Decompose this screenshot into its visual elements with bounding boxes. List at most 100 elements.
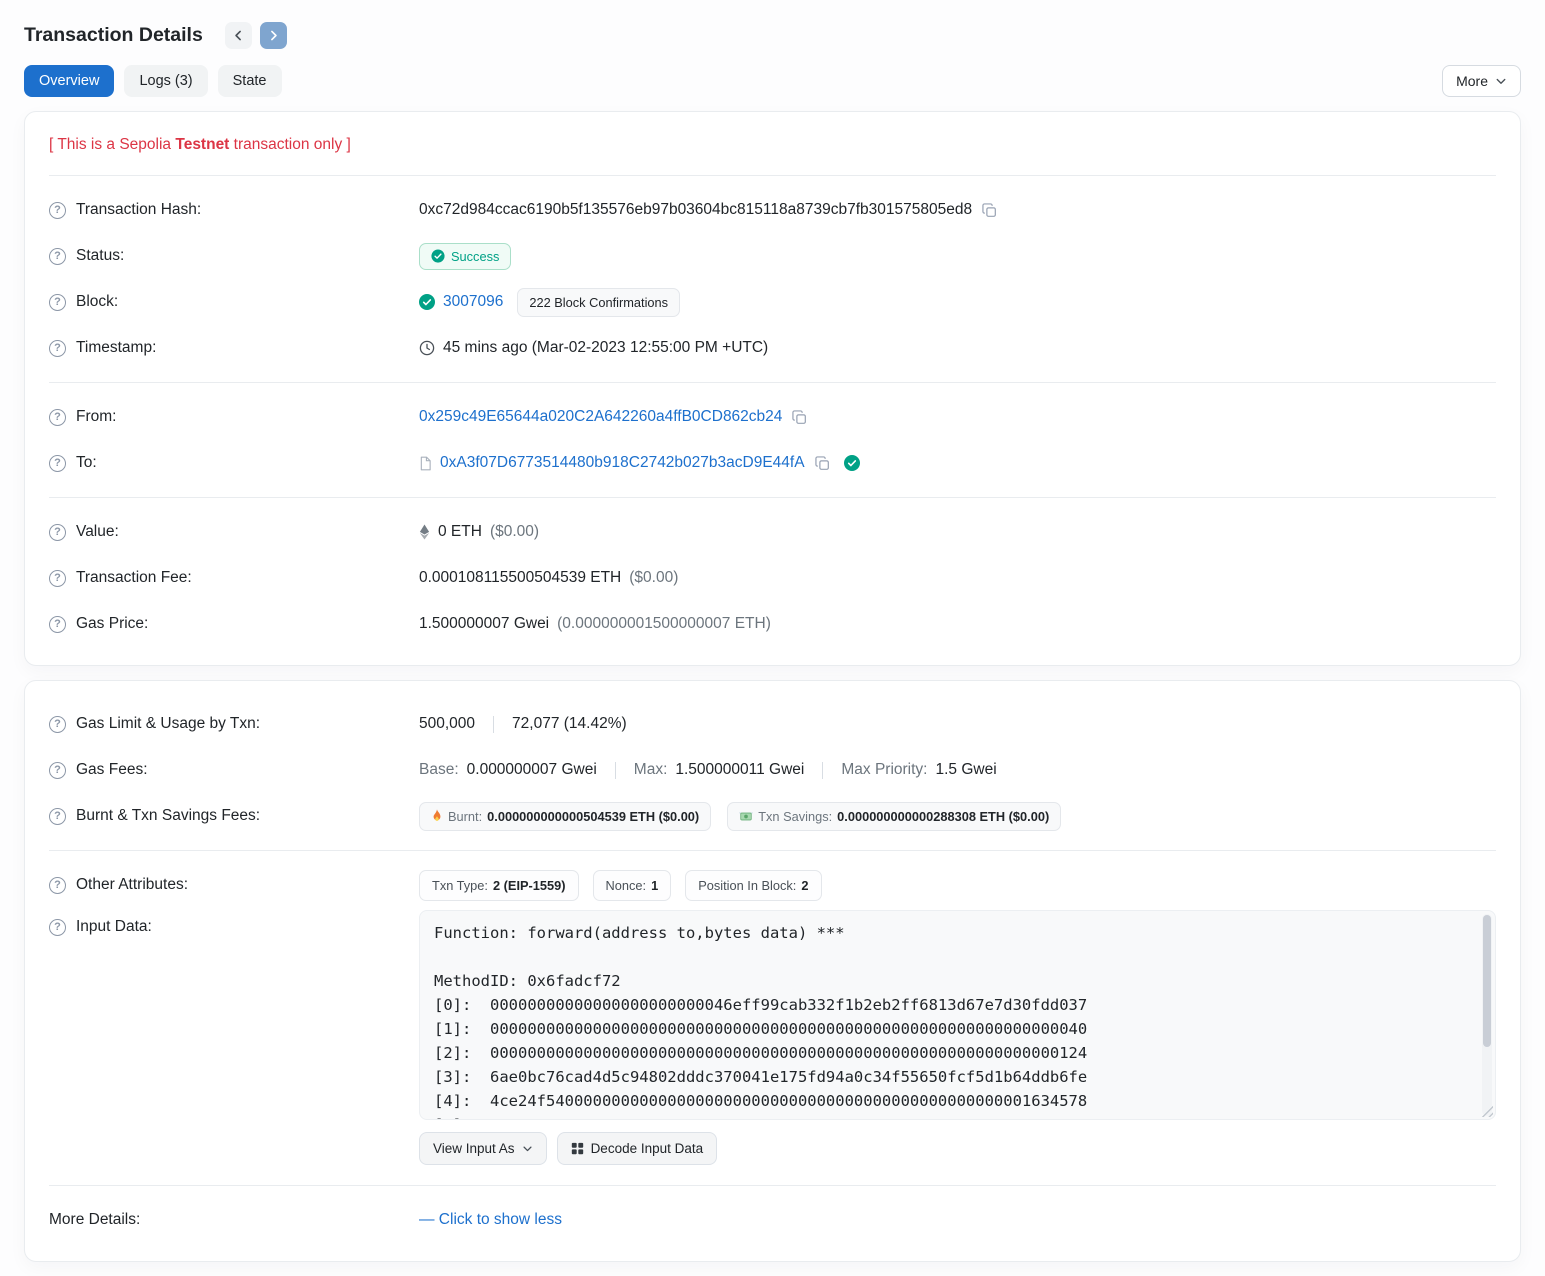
divider bbox=[49, 497, 1496, 498]
base-fee-value: 0.000000007 Gwei bbox=[467, 761, 597, 779]
gas-limit-value: 500,000 bbox=[419, 715, 475, 733]
copy-icon bbox=[792, 410, 807, 425]
gas-price-amount: 1.500000007 Gwei bbox=[419, 615, 549, 633]
transaction-fee-usd: ($0.00) bbox=[629, 569, 678, 587]
help-icon[interactable]: ? bbox=[49, 202, 66, 219]
gas-price-label: Gas Price: bbox=[76, 615, 148, 633]
tab-logs[interactable]: Logs (3) bbox=[124, 65, 207, 97]
input-data-scrollbar[interactable] bbox=[1482, 914, 1492, 1116]
txn-type-value: 2 (EIP-1559) bbox=[493, 878, 566, 893]
row-block: ? Block: 3007096 222 Block Confirmations bbox=[49, 279, 1496, 325]
help-icon[interactable]: ? bbox=[49, 524, 66, 541]
view-input-as-label: View Input As bbox=[433, 1141, 515, 1156]
decode-input-data-button[interactable]: Decode Input Data bbox=[557, 1132, 718, 1165]
divider bbox=[49, 175, 1496, 176]
notice-suffix: transaction only ] bbox=[229, 136, 350, 153]
row-gas-limit-usage: ? Gas Limit & Usage by Txn: 500,000 72,0… bbox=[49, 701, 1496, 747]
transaction-details-page: Transaction Details Overview Logs (3) St… bbox=[24, 0, 1521, 1262]
to-address-link[interactable]: 0xA3f07D6773514480b918C2742b027b3acD9E44… bbox=[440, 454, 805, 472]
copy-transaction-hash-button[interactable] bbox=[980, 203, 999, 218]
help-icon[interactable]: ? bbox=[49, 616, 66, 633]
nonce-badge: Nonce: 1 bbox=[593, 870, 672, 901]
help-icon[interactable]: ? bbox=[49, 808, 66, 825]
block-confirmations-badge: 222 Block Confirmations bbox=[517, 288, 680, 317]
to-label: To: bbox=[76, 454, 97, 472]
txn-savings-badge: Txn Savings: 0.000000000000288308 ETH ($… bbox=[727, 802, 1061, 831]
help-icon[interactable]: ? bbox=[49, 877, 66, 894]
row-more-details: More Details: — Click to show less bbox=[49, 1197, 1496, 1243]
value-label: Value: bbox=[76, 523, 119, 541]
transaction-fee-amount: 0.000108115500504539 ETH bbox=[419, 569, 621, 587]
txn-type-label: Txn Type: bbox=[432, 878, 488, 893]
row-gas-fees: ? Gas Fees: Base: 0.000000007 Gwei Max: … bbox=[49, 747, 1496, 793]
block-confirmations-text: 222 Block Confirmations bbox=[529, 295, 668, 310]
notice-bold: Testnet bbox=[175, 136, 229, 153]
separator bbox=[493, 716, 494, 733]
eth-diamond-icon bbox=[419, 524, 430, 540]
row-timestamp: ? Timestamp: 45 mins ago (Mar-02-2023 12… bbox=[49, 325, 1496, 371]
max-fee-value: 1.500000011 Gwei bbox=[675, 761, 804, 779]
status-badge: Success bbox=[419, 243, 511, 270]
chevron-right-icon bbox=[267, 29, 280, 42]
copy-icon bbox=[815, 456, 830, 471]
copy-from-address-button[interactable] bbox=[790, 410, 809, 425]
flame-icon bbox=[431, 809, 443, 823]
help-icon[interactable]: ? bbox=[49, 716, 66, 733]
gas-fees-label: Gas Fees: bbox=[76, 761, 148, 779]
help-icon[interactable]: ? bbox=[49, 294, 66, 311]
help-icon[interactable]: ? bbox=[49, 340, 66, 357]
help-icon[interactable]: ? bbox=[49, 570, 66, 587]
burnt-fee-label: Burnt: bbox=[448, 809, 482, 824]
next-transaction-button[interactable] bbox=[260, 22, 287, 49]
from-label: From: bbox=[76, 408, 116, 426]
value-usd: ($0.00) bbox=[490, 523, 539, 541]
tab-overview[interactable]: Overview bbox=[24, 65, 114, 97]
overview-card: [ This is a Sepolia Testnet transaction … bbox=[24, 111, 1521, 666]
status-label: Status: bbox=[76, 247, 124, 265]
tabs-row: Overview Logs (3) State More bbox=[24, 65, 1521, 97]
position-in-block-badge: Position In Block: 2 bbox=[685, 870, 821, 901]
block-number-link[interactable]: 3007096 bbox=[443, 293, 503, 311]
separator bbox=[822, 762, 823, 779]
page-header: Transaction Details bbox=[24, 14, 1521, 65]
chevron-left-icon bbox=[232, 29, 245, 42]
contract-file-icon bbox=[419, 456, 432, 471]
max-priority-fee-value: 1.5 Gwei bbox=[935, 761, 996, 779]
divider bbox=[49, 850, 1496, 851]
help-icon[interactable]: ? bbox=[49, 455, 66, 472]
base-fee-label: Base: bbox=[419, 761, 459, 779]
transaction-hash-value: 0xc72d984ccac6190b5f135576eb97b03604bc81… bbox=[419, 201, 972, 219]
max-priority-fee-label: Max Priority: bbox=[841, 761, 927, 779]
page-title: Transaction Details bbox=[24, 24, 203, 47]
check-circle-icon bbox=[431, 249, 445, 263]
copy-to-address-button[interactable] bbox=[813, 456, 832, 471]
previous-transaction-button[interactable] bbox=[225, 22, 252, 49]
timestamp-label: Timestamp: bbox=[76, 339, 156, 357]
help-icon[interactable]: ? bbox=[49, 409, 66, 426]
decode-input-data-label: Decode Input Data bbox=[591, 1141, 704, 1156]
more-dropdown-button[interactable]: More bbox=[1442, 65, 1521, 97]
more-label: More bbox=[1456, 73, 1488, 89]
show-less-link[interactable]: — Click to show less bbox=[419, 1211, 562, 1229]
max-fee-label: Max: bbox=[634, 761, 668, 779]
txn-type-badge: Txn Type: 2 (EIP-1559) bbox=[419, 870, 579, 901]
input-data-box[interactable]: Function: forward(address to,bytes data)… bbox=[419, 910, 1496, 1120]
from-address-link[interactable]: 0x259c49E65644a020C2A642260a4ffB0CD862cb… bbox=[419, 408, 782, 426]
row-gas-price: ? Gas Price: 1.500000007 Gwei (0.0000000… bbox=[49, 601, 1496, 647]
help-icon[interactable]: ? bbox=[49, 762, 66, 779]
copy-icon bbox=[982, 203, 997, 218]
timestamp-value: 45 mins ago (Mar-02-2023 12:55:00 PM +UT… bbox=[443, 339, 768, 357]
input-data-content: Function: forward(address to,bytes data)… bbox=[420, 911, 1495, 1120]
chevron-down-icon bbox=[522, 1143, 533, 1154]
help-icon[interactable]: ? bbox=[49, 919, 66, 936]
chevron-down-icon bbox=[1495, 75, 1507, 87]
divider bbox=[49, 1185, 1496, 1186]
scrollbar-thumb[interactable] bbox=[1483, 915, 1491, 1047]
check-circle-icon bbox=[419, 294, 435, 310]
position-in-block-label: Position In Block: bbox=[698, 878, 796, 893]
row-burnt-savings-fees: ? Burnt & Txn Savings Fees: Burnt: 0.000… bbox=[49, 793, 1496, 839]
help-icon[interactable]: ? bbox=[49, 248, 66, 265]
tab-state[interactable]: State bbox=[218, 65, 282, 97]
row-status: ? Status: Success bbox=[49, 233, 1496, 279]
view-input-as-button[interactable]: View Input As bbox=[419, 1132, 547, 1165]
